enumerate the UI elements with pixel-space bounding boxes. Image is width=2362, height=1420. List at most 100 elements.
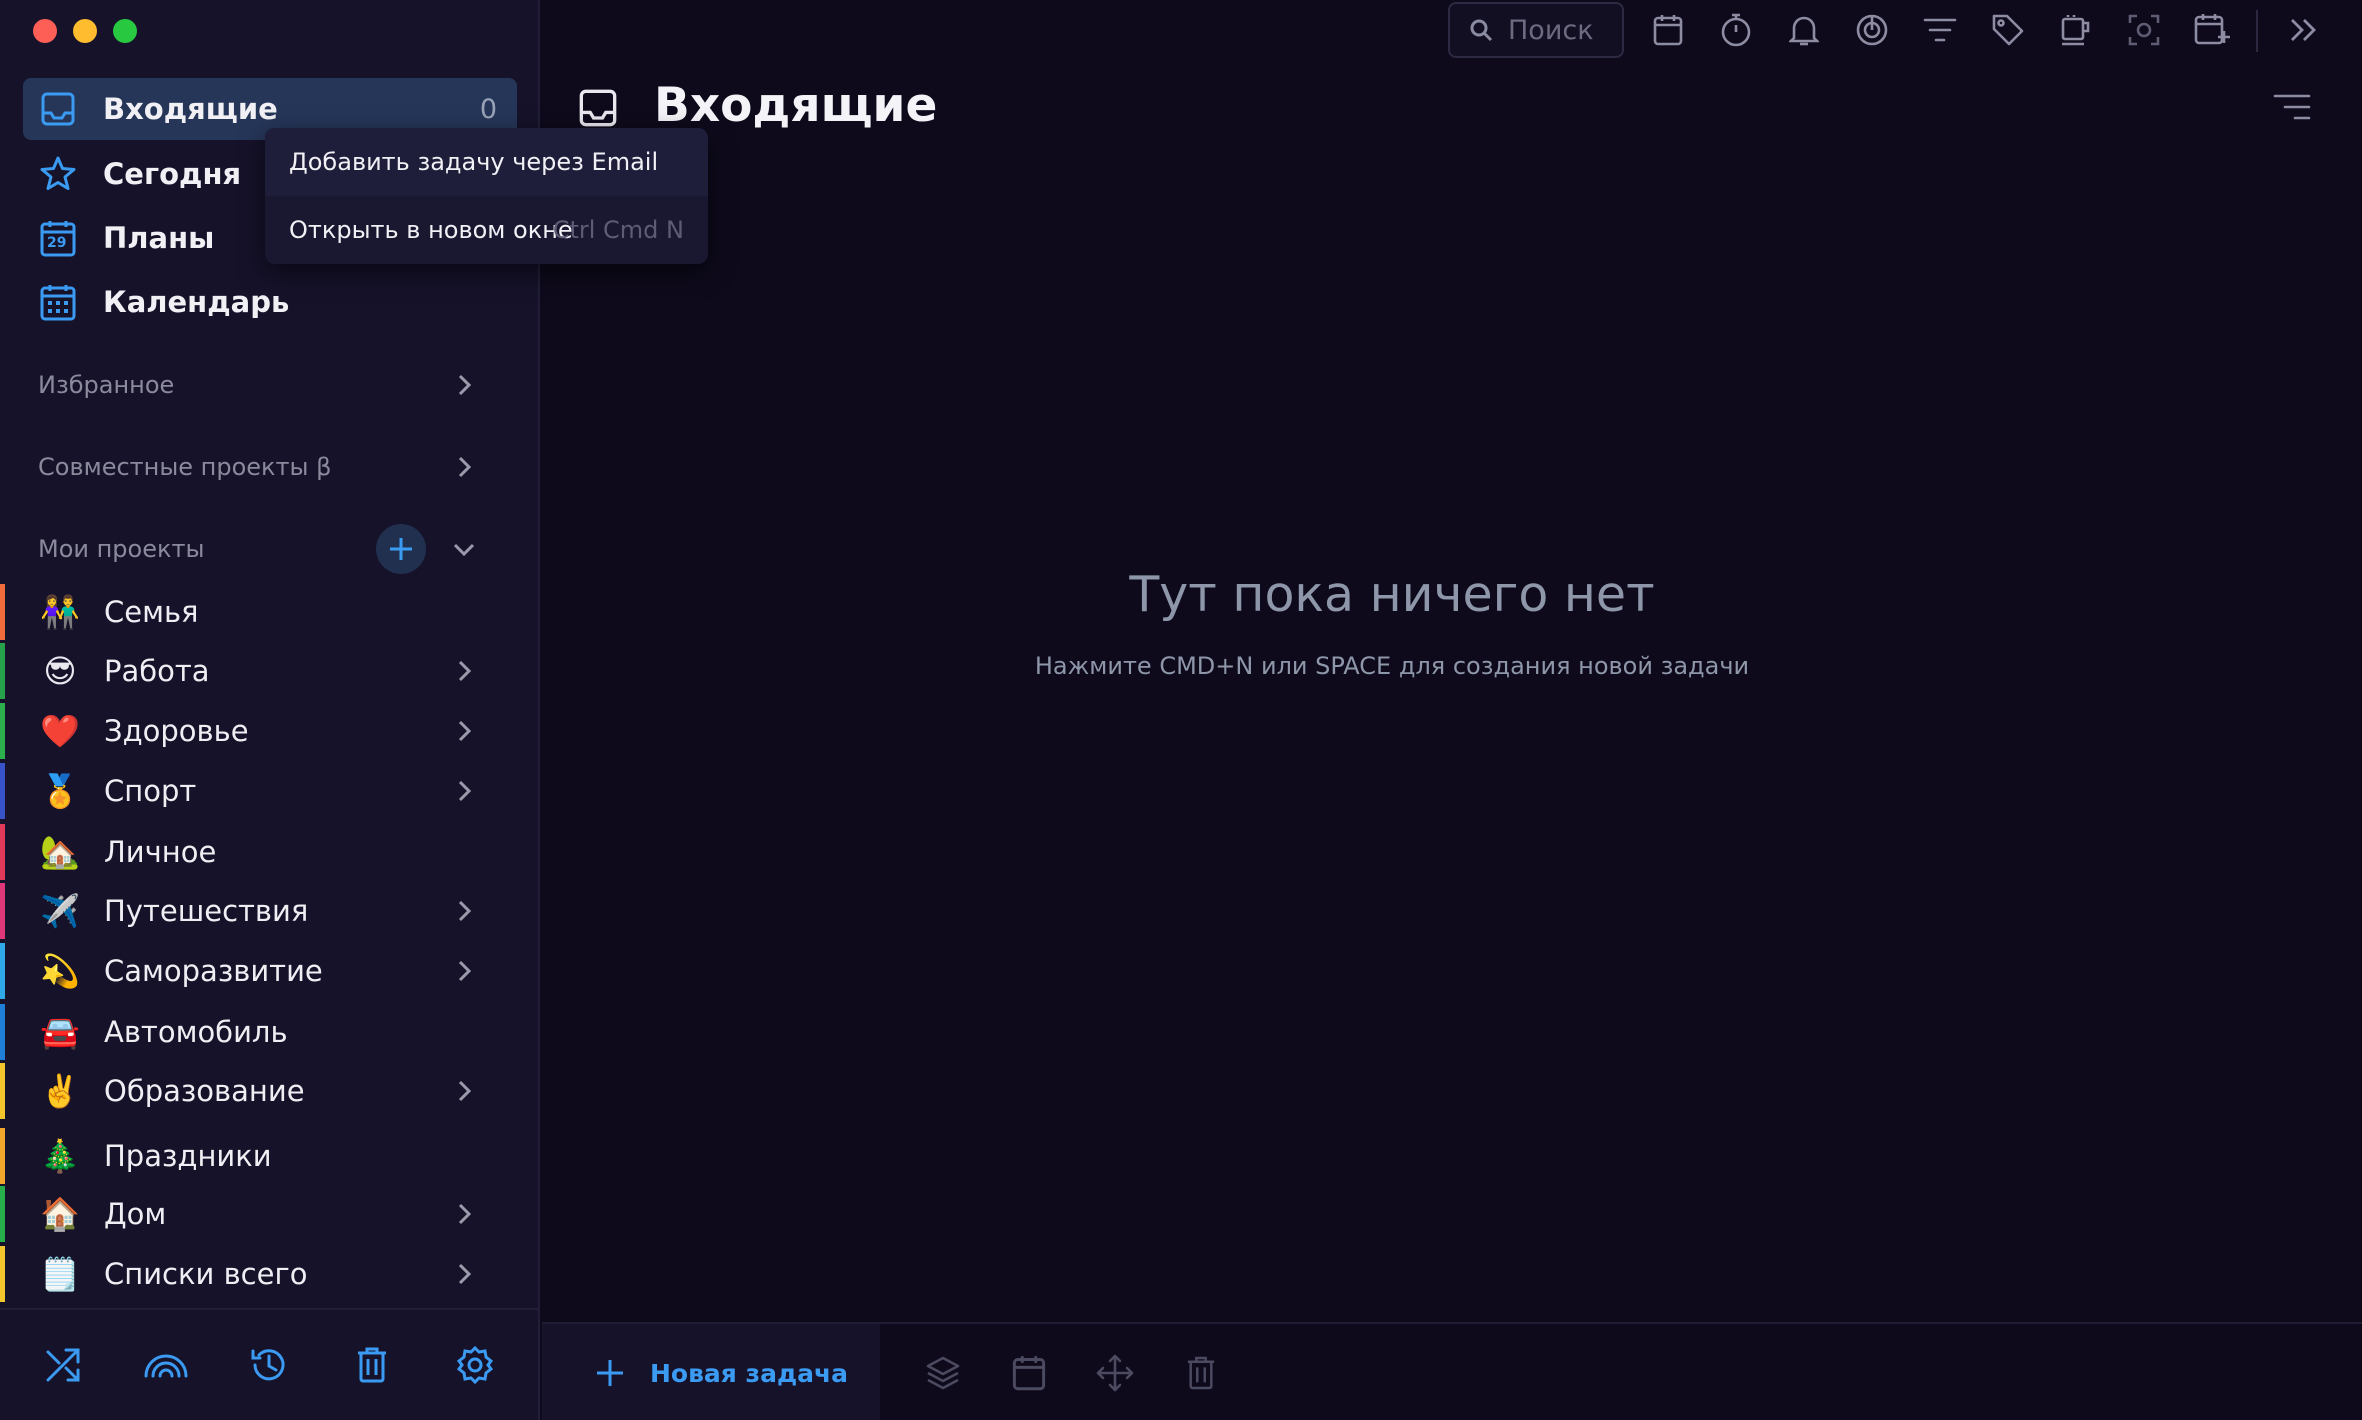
project-label: Автомобиль bbox=[104, 1015, 288, 1049]
sunglasses-emoji-icon: 😎 bbox=[43, 652, 77, 690]
trash-icon[interactable] bbox=[1180, 1352, 1222, 1394]
menu-item-add-via-email[interactable]: Добавить задачу через Email bbox=[265, 128, 708, 196]
project-item[interactable]: 😎 Работа bbox=[0, 643, 540, 699]
new-task-button[interactable]: Новая задача bbox=[542, 1324, 880, 1420]
sidebar-footer bbox=[0, 1308, 540, 1420]
sidebar-item-label: Календарь bbox=[103, 285, 290, 319]
sidebar-item-label: Входящие bbox=[103, 92, 278, 126]
tag-icon[interactable] bbox=[1988, 10, 2028, 50]
chevron-right-icon[interactable] bbox=[450, 897, 478, 925]
project-color-bar bbox=[0, 1186, 5, 1242]
timer-icon[interactable] bbox=[1716, 10, 1756, 50]
project-item[interactable]: 🚘 Автомобиль bbox=[0, 1004, 540, 1060]
search-input[interactable]: Поиск bbox=[1448, 2, 1624, 58]
calendar-grid-icon bbox=[37, 281, 79, 323]
section-label: Совместные проекты β bbox=[38, 453, 332, 481]
chevron-right-icon[interactable] bbox=[450, 717, 478, 745]
plus-icon bbox=[594, 1357, 626, 1389]
chevron-right-icon[interactable] bbox=[450, 371, 478, 399]
heart-emoji-icon: ❤️ bbox=[40, 712, 80, 750]
project-label: Спорт bbox=[104, 774, 197, 808]
bell-icon[interactable] bbox=[1784, 10, 1824, 50]
toolbar-divider bbox=[2256, 10, 2258, 52]
add-calendar-icon[interactable] bbox=[2192, 10, 2232, 50]
focus-icon[interactable] bbox=[1852, 10, 1892, 50]
airplane-emoji-icon: ✈️ bbox=[40, 892, 80, 930]
chevron-down-icon[interactable] bbox=[450, 535, 478, 563]
house-emoji-icon: 🏠 bbox=[40, 1195, 80, 1233]
filter-icon[interactable] bbox=[1920, 10, 1960, 50]
calendar-icon[interactable] bbox=[1008, 1352, 1050, 1394]
project-item[interactable]: 🎄 Праздники bbox=[0, 1128, 540, 1184]
house-garden-emoji-icon: 🏡 bbox=[40, 833, 80, 871]
project-color-bar bbox=[0, 824, 5, 880]
calendar-icon[interactable] bbox=[1648, 10, 1688, 50]
layers-icon[interactable] bbox=[922, 1352, 964, 1394]
project-item[interactable]: 🏡 Личное bbox=[0, 824, 540, 880]
project-color-bar bbox=[0, 643, 5, 699]
new-task-label: Новая задача bbox=[650, 1358, 849, 1388]
section-my-projects[interactable]: Мои проекты bbox=[38, 524, 478, 574]
section-shared-projects[interactable]: Совместные проекты β bbox=[38, 442, 478, 492]
history-icon[interactable] bbox=[244, 1340, 294, 1390]
add-project-button[interactable] bbox=[376, 524, 426, 574]
project-item[interactable]: 🏅 Спорт bbox=[0, 763, 540, 819]
screenshot-icon[interactable] bbox=[2124, 10, 2164, 50]
project-item[interactable]: 💫 Саморазвитие bbox=[0, 943, 540, 999]
window-maximize-button[interactable] bbox=[113, 19, 137, 43]
victory-hand-emoji-icon: ✌️ bbox=[40, 1072, 80, 1110]
chevron-right-icon[interactable] bbox=[450, 957, 478, 985]
project-item[interactable]: ✈️ Путешествия bbox=[0, 883, 540, 939]
chevron-right-icon[interactable] bbox=[450, 657, 478, 685]
plans-day-badge: 29 bbox=[47, 235, 67, 251]
project-color-bar bbox=[0, 703, 5, 759]
window-close-button[interactable] bbox=[33, 19, 57, 43]
project-label: Образование bbox=[104, 1074, 305, 1108]
search-icon bbox=[1468, 17, 1494, 43]
project-item[interactable]: ❤️ Здоровье bbox=[0, 703, 540, 759]
chevron-right-icon[interactable] bbox=[450, 1077, 478, 1105]
rainbow-icon[interactable] bbox=[141, 1340, 191, 1390]
project-color-bar bbox=[0, 763, 5, 819]
project-label: Праздники bbox=[104, 1139, 272, 1173]
search-placeholder: Поиск bbox=[1508, 14, 1594, 46]
menu-item-open-new-window[interactable]: Открыть в новом окне Ctrl Cmd N bbox=[265, 196, 708, 264]
coffee-icon[interactable] bbox=[2056, 10, 2096, 50]
sidebar-item-label: Сегодня bbox=[103, 157, 242, 191]
app-window: Входящие 0 Сегодня 29 Планы Календарь Из… bbox=[0, 0, 2362, 1420]
project-item[interactable]: ✌️ Образование bbox=[0, 1063, 540, 1119]
project-label: Саморазвитие bbox=[104, 954, 323, 988]
move-icon[interactable] bbox=[1094, 1352, 1136, 1394]
project-item[interactable]: 🏠 Дом bbox=[0, 1186, 540, 1242]
car-emoji-icon: 🚘 bbox=[40, 1013, 80, 1051]
project-label: Здоровье bbox=[104, 714, 249, 748]
section-favorites[interactable]: Избранное bbox=[38, 360, 478, 410]
project-item[interactable]: 🗒️ Списки всего bbox=[0, 1246, 540, 1302]
context-menu: Добавить задачу через Email Открыть в но… bbox=[265, 128, 708, 264]
project-color-bar bbox=[0, 1128, 5, 1184]
chevron-right-icon[interactable] bbox=[450, 453, 478, 481]
chevron-right-icon[interactable] bbox=[450, 777, 478, 805]
chevron-right-icon[interactable] bbox=[450, 1260, 478, 1288]
inbox-icon bbox=[37, 88, 79, 130]
sidebar-item-calendar[interactable]: Календарь bbox=[23, 271, 517, 333]
project-item[interactable]: 👫 Семья bbox=[0, 584, 540, 640]
sort-icon[interactable] bbox=[2272, 92, 2312, 128]
trash-icon[interactable] bbox=[347, 1340, 397, 1390]
project-label: Списки всего bbox=[104, 1257, 308, 1291]
family-emoji-icon: 👫 bbox=[40, 593, 80, 631]
shuffle-icon[interactable] bbox=[38, 1340, 88, 1390]
window-minimize-button[interactable] bbox=[73, 19, 97, 43]
main-panel: Поиск Входящие Тут пока ничего нет Нажми… bbox=[542, 0, 2362, 1420]
star-icon bbox=[37, 153, 79, 195]
christmas-tree-emoji-icon: 🎄 bbox=[40, 1137, 80, 1175]
sidebar-item-label: Планы bbox=[103, 221, 215, 255]
empty-state-subtitle: Нажмите CMD+N или SPACE для создания нов… bbox=[1034, 652, 1750, 680]
settings-icon[interactable] bbox=[450, 1340, 500, 1390]
chevron-right-icon[interactable] bbox=[450, 1200, 478, 1228]
expand-icon[interactable] bbox=[2284, 10, 2324, 50]
dizzy-emoji-icon: 💫 bbox=[40, 952, 80, 990]
inbox-count: 0 bbox=[479, 93, 497, 125]
section-label: Мои проекты bbox=[38, 535, 205, 563]
project-color-bar bbox=[0, 1063, 5, 1119]
